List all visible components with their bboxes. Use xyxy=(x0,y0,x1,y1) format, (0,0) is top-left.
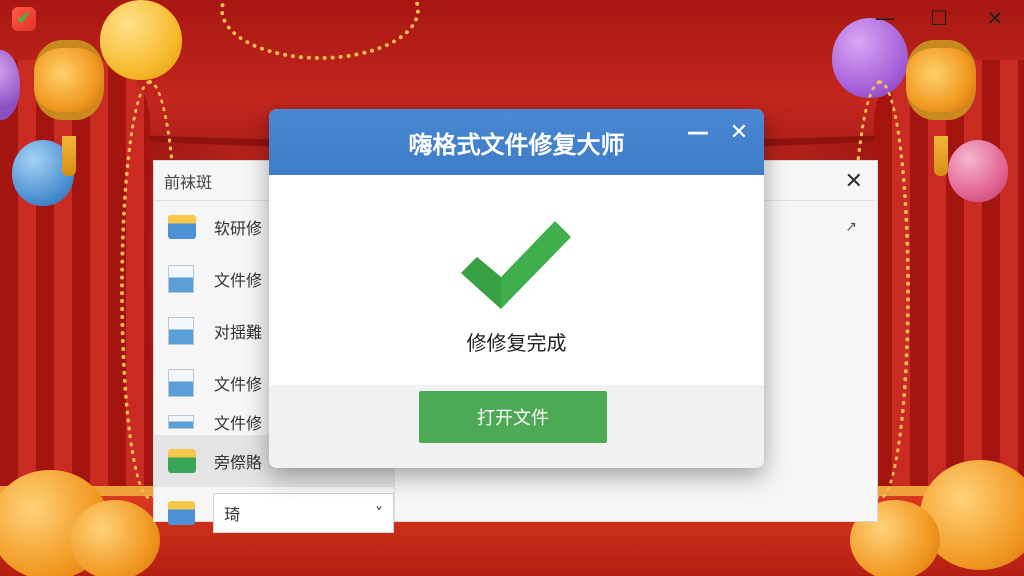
dropdown-value: 琦 xyxy=(224,505,241,524)
open-file-button[interactable]: 打开文件 xyxy=(419,391,607,443)
maximize-button[interactable]: ☐ xyxy=(924,4,954,32)
file-list-title: 前袜斑 xyxy=(164,172,213,192)
file-list-close-icon[interactable]: ✕ xyxy=(845,169,863,194)
checkmark-icon xyxy=(461,221,571,309)
list-item-label: 软研修 xyxy=(214,219,263,238)
list-item-label: 文件修 xyxy=(214,271,263,290)
document-icon xyxy=(168,369,194,397)
dialog-body: 修修复完成 xyxy=(269,175,764,385)
lantern-tassel-right xyxy=(934,136,948,176)
close-button[interactable]: ✕ xyxy=(980,4,1010,32)
title-bar: ✔ — ☐ ✕ xyxy=(0,0,1024,36)
folder-icon xyxy=(168,501,196,525)
edit-icon[interactable]: ↗ xyxy=(845,219,857,235)
document-icon xyxy=(168,415,194,429)
list-item-label: 对揺難 xyxy=(214,323,263,342)
list-item-label: 文件修 xyxy=(214,375,263,394)
document-icon xyxy=(168,317,194,345)
document-icon xyxy=(168,265,194,293)
folder-icon xyxy=(168,449,196,473)
minimize-button[interactable]: — xyxy=(870,4,900,32)
dropdown-select[interactable]: 琦 ˅ xyxy=(213,493,394,533)
list-item-dropdown[interactable]: 琦 ˅ xyxy=(154,487,394,539)
lantern-tassel-left xyxy=(62,136,76,176)
lantern-left xyxy=(34,40,104,120)
dialog-header: 嗨格式文件修复大师 — ✕ xyxy=(269,109,764,175)
dialog-close-button[interactable]: ✕ xyxy=(724,117,754,147)
lantern-right xyxy=(906,40,976,120)
status-text: 修修复完成 xyxy=(466,331,567,355)
dialog-title: 嗨格式文件修复大师 xyxy=(408,130,625,159)
chevron-down-icon: ˅ xyxy=(375,503,383,523)
dialog-minimize-button[interactable]: — xyxy=(683,117,713,147)
app-check-logo: ✔ xyxy=(12,7,36,31)
dialog-footer: 打开文件 xyxy=(269,385,764,468)
repair-complete-dialog: 嗨格式文件修复大师 — ✕ 修修复完成 打开文件 xyxy=(269,109,764,468)
balloon-pink xyxy=(948,140,1008,202)
list-item-label: 文件修 xyxy=(214,414,263,433)
folder-icon xyxy=(168,215,196,239)
orange-left-2 xyxy=(70,500,160,576)
list-item-label: 旁傺賂 xyxy=(214,453,263,472)
